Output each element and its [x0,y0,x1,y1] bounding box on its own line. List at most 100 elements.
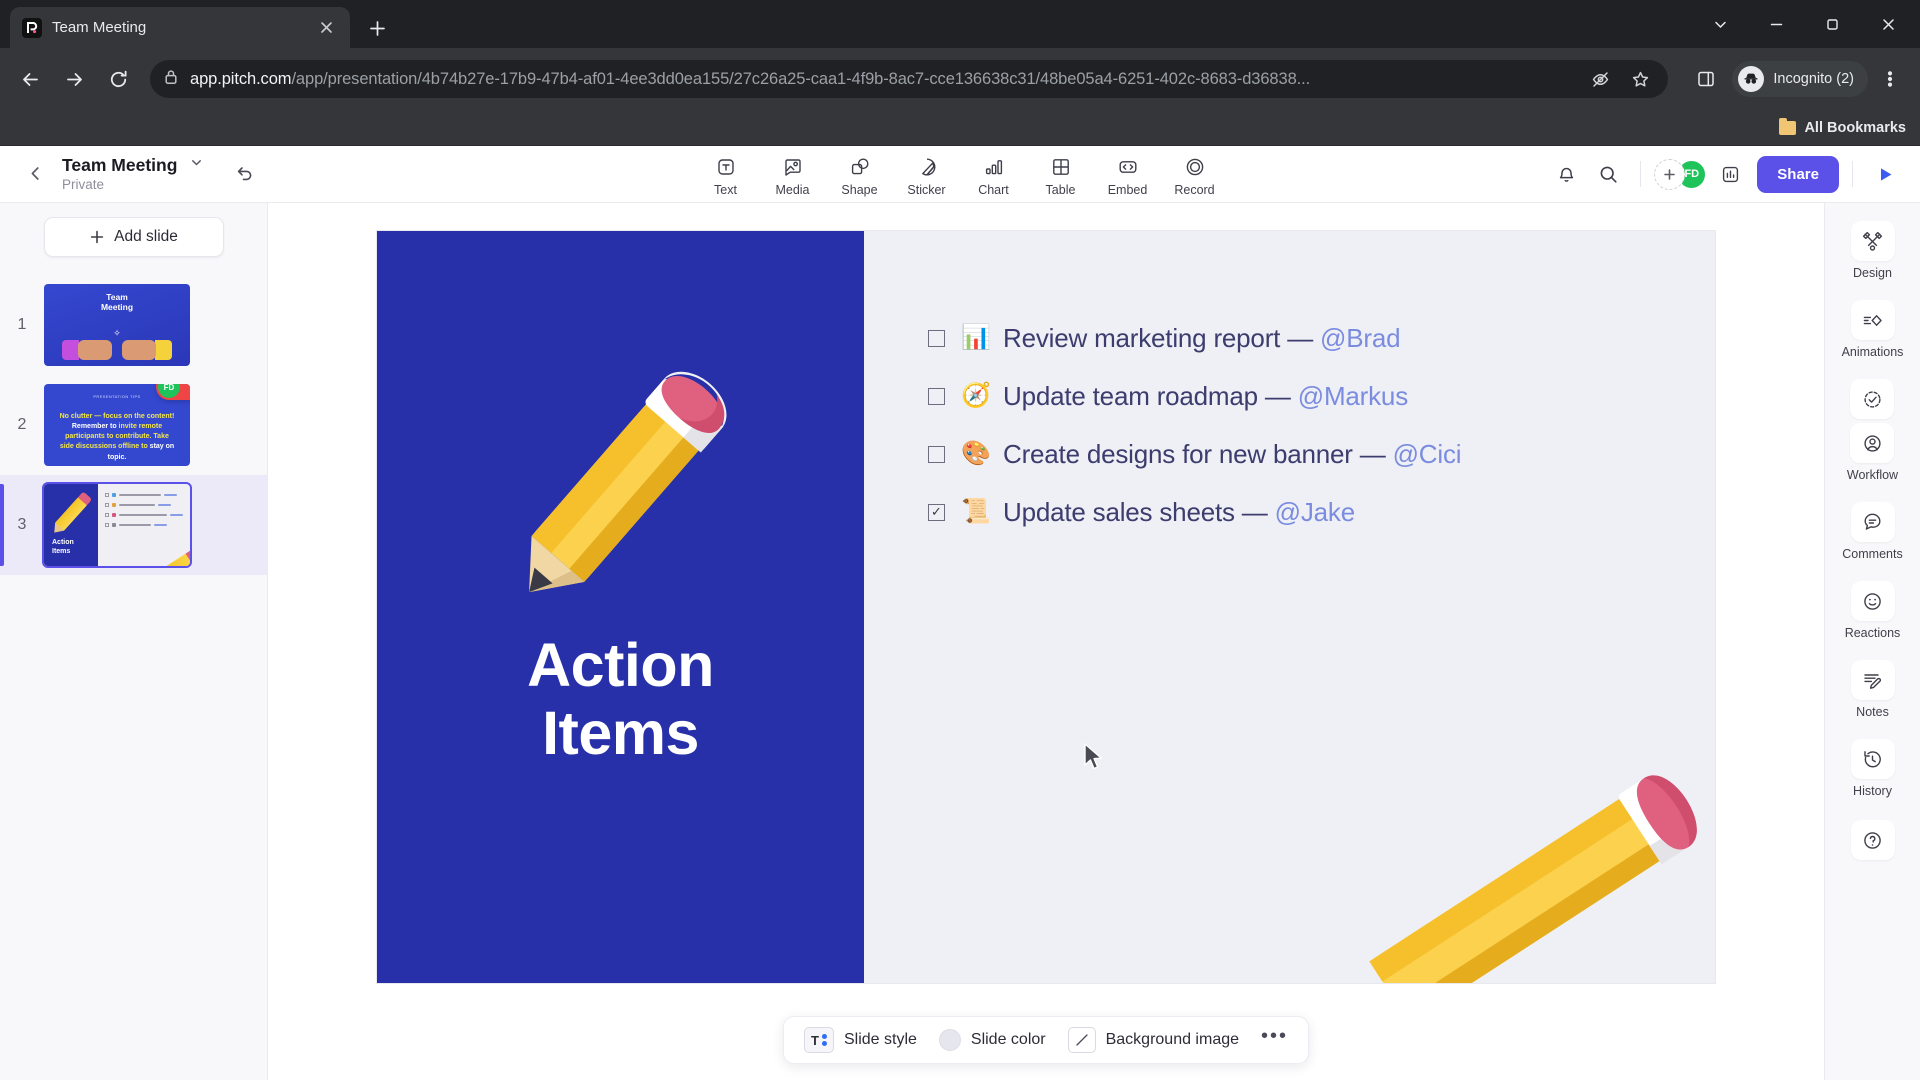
reactions-icon [1850,581,1895,621]
app-header: Team Meeting Private Text Media Shape St… [0,146,1920,203]
slide-preview[interactable]: Team Meeting ✧ [44,284,190,366]
approval-check-icon[interactable] [1850,379,1895,419]
slide-preview[interactable]: Action Items [42,482,192,568]
present-button[interactable] [1866,155,1904,193]
chart-icon [983,154,1005,180]
bookmark-star-icon[interactable] [1626,65,1654,93]
rail-item-design[interactable]: Design [1850,221,1895,280]
insert-toolbar: Text Media Shape Sticker Chart Table Emb… [692,152,1228,197]
tool-chart[interactable]: Chart [960,152,1027,197]
task-assignee: @Cici [1392,438,1462,469]
slide-preview-title: No clutter — focus on the content! Remem… [59,413,175,461]
rail-item-animations[interactable]: Animations [1841,300,1904,359]
tool-table[interactable]: Table [1027,152,1094,197]
invite-button[interactable] [1654,158,1686,190]
pencil-illustration [54,496,88,532]
close-icon[interactable] [314,16,338,40]
hide-icon[interactable] [1586,65,1614,93]
window-close-icon[interactable] [1860,0,1916,48]
folder-icon [1779,117,1797,135]
history-icon [1850,739,1895,779]
slide-color-button[interactable]: Slide color [933,1029,1052,1051]
task-row[interactable]: 📊 Review marketing report — @Brad [928,309,1715,367]
tool-text[interactable]: Text [692,152,759,197]
task-text: Review marketing report — @Brad [1003,322,1401,353]
task-assignee: @Markus [1297,380,1408,411]
rail-item-workflow[interactable]: Workflow [1847,379,1898,482]
notifications-button[interactable] [1547,155,1585,193]
slide-number: 1 [17,316,27,333]
rail-item-comments[interactable]: Comments [1842,502,1903,561]
side-panel-icon[interactable] [1686,59,1726,99]
tool-label: Table [1045,182,1076,197]
profile-label: Incognito (2) [1773,71,1854,87]
tool-sticker[interactable]: Sticker [893,152,960,197]
tool-record[interactable]: Record [1161,152,1228,197]
slide-format-toolbar: T Slide style Slide color Background ima… [782,1016,1310,1064]
search-button[interactable] [1589,155,1627,193]
comments-icon [1850,502,1895,542]
tool-label: Chart [978,182,1009,197]
slide-preview-title: Action Items [52,539,74,555]
pencil-illustration [164,550,190,566]
profile-chip[interactable]: Incognito (2) [1732,61,1868,97]
chevron-down-icon[interactable] [190,156,203,174]
slide-thumbnail-1[interactable]: 1 Team Meeting ✧ [0,275,267,375]
undo-button[interactable] [227,156,263,192]
rail-label: Comments [1842,547,1903,561]
right-rail: Design Animations Workflow Comments Reac… [1824,203,1920,1080]
chrome-menu-icon[interactable] [1870,59,1910,99]
task-text: Create designs for new banner — @Cici [1003,438,1462,469]
tool-media[interactable]: Media [759,152,826,197]
task-text: Update team roadmap — @Markus [1003,380,1408,411]
address-bar-url: app.pitch.com/app/presentation/4b74b27e-… [190,70,1574,89]
browser-navigation-bar: app.pitch.com/app/presentation/4b74b27e-… [0,48,1920,110]
rail-item-help[interactable] [1850,820,1895,860]
slide-canvas[interactable]: Action Items 📊 Review marketing report —… [377,231,1715,983]
slide-thumbnail-3[interactable]: 3 Action Items [0,475,267,575]
window-controls [1692,0,1920,48]
assignee-icon[interactable] [1850,423,1895,463]
task-checkbox[interactable] [928,445,945,463]
rail-item-history[interactable]: History [1850,739,1895,798]
rail-label: Animations [1841,345,1904,359]
task-checkbox[interactable] [928,387,945,405]
rail-item-notes[interactable]: Notes [1850,660,1895,719]
share-button[interactable]: Share [1757,155,1839,193]
app-body: Add slide 1 Team Meeting ✧ 2 PRESENTATIO… [0,203,1920,1080]
task-row[interactable]: ✓ 📜 Update sales sheets — @Jake [928,483,1715,541]
maximize-icon[interactable] [1804,0,1860,48]
add-slide-button[interactable]: Add slide [43,217,224,257]
more-options-button[interactable]: ••• [1255,1025,1294,1056]
all-bookmarks-label[interactable]: All Bookmarks [1804,120,1906,136]
chevron-down-icon[interactable] [1692,0,1748,48]
new-tab-button[interactable] [360,11,394,45]
reload-button[interactable] [98,59,138,99]
browser-tab[interactable]: Team Meeting [10,7,350,48]
rail-item-reactions[interactable]: Reactions [1845,581,1900,640]
slide-style-button[interactable]: T Slide style [798,1027,923,1053]
forward-button[interactable] [54,59,94,99]
task-checkbox[interactable] [928,329,945,347]
background-image-button[interactable]: Background image [1062,1027,1245,1053]
task-checkbox[interactable]: ✓ [928,503,945,521]
slide-thumbnail-2[interactable]: 2 PRESENTATION TIPS No clutter — focus o… [0,375,267,475]
rail-label: History [1853,784,1892,798]
minimize-icon[interactable] [1748,0,1804,48]
tool-shape[interactable]: Shape [826,152,893,197]
slide-preview[interactable]: PRESENTATION TIPS No clutter — focus on … [44,384,190,466]
back-button[interactable] [10,59,50,99]
tool-embed[interactable]: Embed [1094,152,1161,197]
task-assignee: @Brad [1320,322,1401,353]
embed-icon [1117,154,1139,180]
address-bar[interactable]: app.pitch.com/app/presentation/4b74b27e-… [150,60,1669,98]
analytics-button[interactable] [1711,155,1749,193]
rail-label: Notes [1856,705,1889,719]
browser-tab-title: Team Meeting [52,19,147,36]
page-title: Team Meeting [62,155,178,176]
deck-visibility-label: Private [62,177,105,193]
back-to-dashboard-button[interactable] [22,161,48,187]
task-row[interactable]: 🧭 Update team roadmap — @Markus [928,367,1715,425]
lock-icon [164,69,178,90]
task-row[interactable]: 🎨 Create designs for new banner — @Cici [928,425,1715,483]
